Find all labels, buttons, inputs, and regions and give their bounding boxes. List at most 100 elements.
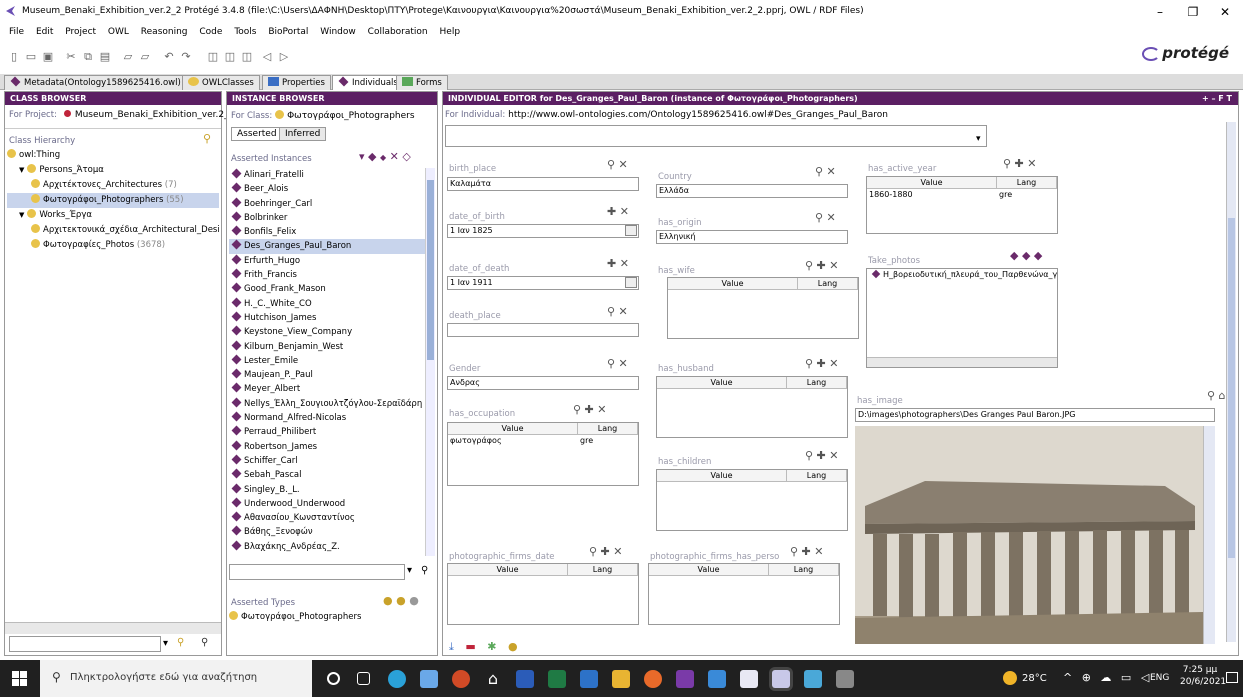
app2-icon[interactable] <box>804 670 822 688</box>
tab-properties[interactable]: Properties <box>262 75 331 90</box>
create-instance-icon[interactable]: ◆ <box>368 150 376 163</box>
delete-instance-icon[interactable]: ✕ <box>390 150 399 163</box>
instance-list-item[interactable]: Bolbrinker <box>229 211 425 225</box>
horizontal-scrollbar[interactable] <box>867 357 1057 367</box>
replace-icon[interactable]: ▱ <box>138 50 152 63</box>
app3-icon[interactable] <box>836 670 854 688</box>
instance-list-item[interactable]: Βάθης_Ξενοφών <box>229 525 425 539</box>
find-icon[interactable]: ▱ <box>121 50 135 63</box>
instance-list-item[interactable]: Schiffer_Carl <box>229 454 425 468</box>
menu-code[interactable]: Code <box>199 24 222 40</box>
photographic-firms-has-person-table[interactable]: Value Lang <box>648 563 840 625</box>
paste-icon[interactable]: ▤ <box>98 50 112 63</box>
calendar-icon[interactable] <box>625 277 637 288</box>
menu-reasoning[interactable]: Reasoning <box>141 24 188 40</box>
taskbar-search-box[interactable]: ⚲ Πληκτρολογήστε εδώ για αναζήτηση <box>40 660 312 697</box>
back-icon[interactable]: ◁ <box>260 50 274 63</box>
protege-taskbar-icon[interactable] <box>740 670 758 688</box>
excel-icon[interactable] <box>548 670 566 688</box>
horizontal-scrollbar[interactable] <box>5 622 221 634</box>
search-dropdown-icon[interactable]: ▾ <box>407 565 412 576</box>
search-dropdown-icon[interactable]: ▾ <box>163 638 168 649</box>
form-icon[interactable]: ◫ <box>206 50 220 63</box>
instance-list-item[interactable]: Lester_Emile <box>229 354 425 368</box>
has-husband-table[interactable]: Value Lang <box>656 376 848 438</box>
tab-forms[interactable]: Forms <box>396 75 448 90</box>
add-instance-icon[interactable]: ◆ <box>380 153 386 162</box>
has-children-icons[interactable]: ⚲ ✚ ✕ <box>805 450 838 461</box>
input-language[interactable]: ENG <box>1150 673 1169 683</box>
date-of-death-field[interactable]: 1 Ιαν 1911 <box>447 276 639 290</box>
weather-temperature[interactable]: 28°C <box>1022 673 1047 684</box>
death-place-field[interactable] <box>447 323 639 337</box>
instance-list-item[interactable]: Underwood_Underwood <box>229 497 425 511</box>
instance-list-item[interactable]: Βλαχάκης_Ανδρέας_Ζ. <box>229 540 425 554</box>
instance-list-item[interactable]: Frith_Francis <box>229 268 425 282</box>
class-tree-node[interactable]: ▼ Persons_Άτομα <box>7 163 219 178</box>
notifications-icon[interactable] <box>1226 672 1238 683</box>
has-wife-table[interactable]: Value Lang <box>667 277 859 339</box>
home-icon[interactable]: ⌂ <box>484 670 502 688</box>
plugin-icon[interactable]: ✱ <box>487 640 496 653</box>
instance-list-item[interactable]: Des_Granges_Paul_Baron <box>229 239 425 254</box>
editor-controls[interactable]: + – F T <box>1202 92 1232 105</box>
gender-search-icon[interactable]: ⚲ ✕ <box>607 358 628 369</box>
instance-list-item[interactable]: Alinari_Fratelli <box>229 168 425 182</box>
instance-list-item[interactable]: Perraud_Philibert <box>229 425 425 439</box>
image-vertical-scrollbar[interactable] <box>1203 426 1215 644</box>
instance-list-item[interactable]: Sebah_Pascal <box>229 468 425 482</box>
menu-help[interactable]: Help <box>440 24 461 40</box>
instance-list-item[interactable]: Keystone_View_Company <box>229 325 425 339</box>
menu-tools[interactable]: Tools <box>234 24 256 40</box>
photographic-firms-has-person-icons[interactable]: ⚲ ✚ ✕ <box>790 546 823 557</box>
close-button[interactable]: ✕ <box>1210 2 1240 22</box>
instance-list-scrollbar[interactable] <box>425 168 435 556</box>
menu-owl[interactable]: OWL <box>108 24 129 40</box>
forward-icon[interactable]: ▷ <box>277 50 291 63</box>
protege-active-taskbar-icon[interactable] <box>772 670 790 688</box>
photographic-firms-date-table[interactable]: Value Lang <box>447 563 639 625</box>
expand-arrow-icon[interactable]: ▼ <box>19 166 24 174</box>
class-search-input[interactable] <box>9 636 161 652</box>
new-file-icon[interactable]: ▯ <box>7 50 21 63</box>
undo-icon[interactable]: ↶ <box>162 50 176 63</box>
has-active-year-icons[interactable]: ⚲ ✚ ✕ <box>1003 158 1036 169</box>
form-widget-icon[interactable]: ▬ <box>465 640 475 653</box>
maximize-button[interactable]: ❐ <box>1178 2 1208 22</box>
asserted-type-item[interactable]: Φωτογράφοι_Photographers <box>229 610 435 625</box>
class-tree-node[interactable]: Φωτογραφίες_Photos (3678) <box>7 238 219 253</box>
has-wife-icons[interactable]: ⚲ ✚ ✕ <box>805 260 838 271</box>
cut-icon[interactable]: ✂ <box>64 50 78 63</box>
layout-icon[interactable]: ◫ <box>240 50 254 63</box>
instance-list-item[interactable]: Boehringer_Carl <box>229 197 425 211</box>
instance-list-item[interactable]: Beer_Alois <box>229 182 425 196</box>
has-husband-icons[interactable]: ⚲ ✚ ✕ <box>805 358 838 369</box>
view-menu-icon[interactable]: ▾ <box>359 150 365 163</box>
class-tree-node[interactable]: owl:Thing <box>7 148 219 163</box>
comment-dropdown-icon[interactable]: ▾ <box>976 134 981 144</box>
photos-icon[interactable] <box>420 670 438 688</box>
tab-inferred[interactable]: Inferred <box>279 127 327 141</box>
has-origin-field[interactable]: Ελληνική <box>656 230 848 244</box>
add-type-icon[interactable]: ● <box>383 594 393 607</box>
menu-edit[interactable]: Edit <box>36 24 53 40</box>
birth-place-field[interactable]: Καλαμάτα <box>447 177 639 191</box>
instance-list-item[interactable]: Maujean_P._Paul <box>229 368 425 382</box>
edit-instance-icon[interactable]: ◇ <box>402 150 410 163</box>
find-instance-icon[interactable]: ⚲ <box>421 565 428 576</box>
date-of-death-add-icon[interactable]: ✚ ✕ <box>607 258 629 269</box>
has-image-field[interactable]: D:\images\photographers\Des Granges Paul… <box>855 408 1215 422</box>
has-image-icons[interactable]: ⚲ ⌂ <box>1207 390 1226 401</box>
has-origin-search-icon[interactable]: ⚲ ✕ <box>815 212 836 223</box>
tab-individuals[interactable]: Individuals <box>332 75 404 90</box>
date-of-birth-add-icon[interactable]: ✚ ✕ <box>607 206 629 217</box>
redo-icon[interactable]: ↷ <box>179 50 193 63</box>
firefox-icon[interactable] <box>644 670 662 688</box>
class-tree-node[interactable]: Φωτογράφοι_Photographers (55) <box>7 193 219 208</box>
search-icon[interactable]: ⚲ <box>203 132 211 145</box>
class-tree-node[interactable]: ▼ Works_Έργα <box>7 208 219 223</box>
menu-file[interactable]: File <box>9 24 24 40</box>
instance-search-input[interactable] <box>229 564 405 580</box>
country-search-icon[interactable]: ⚲ ✕ <box>815 166 836 177</box>
windows-start-icon[interactable] <box>12 671 27 686</box>
